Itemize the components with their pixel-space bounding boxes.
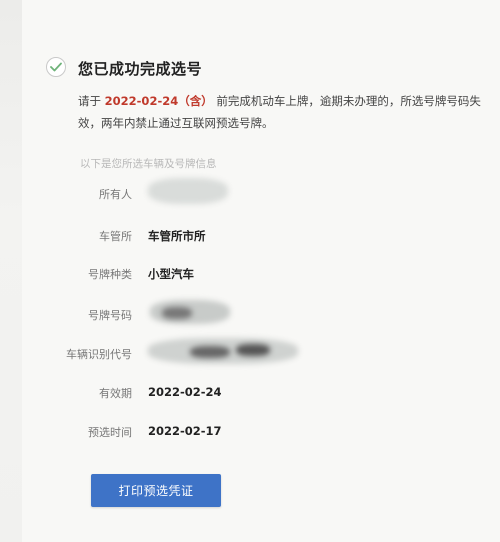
print-voucher-button[interactable]: 打印预选凭证 <box>91 474 221 507</box>
notice-deadline: 2022-02-24（含） <box>104 94 213 108</box>
vehicle-office-value: 车管所市所 <box>148 229 206 243</box>
owner-label: 所有人 <box>99 188 132 201</box>
plate-type-label: 号牌种类 <box>88 268 132 281</box>
check-circle-icon <box>46 57 66 77</box>
validity-value: 2022-02-24 <box>148 385 222 399</box>
validity-label: 有效期 <box>99 387 132 400</box>
notice-prefix: 请于 <box>78 94 101 108</box>
preselect-time-label: 预选时间 <box>88 426 132 439</box>
deadline-notice: 请于 2022-02-24（含） 前完成机动车上牌，逾期未办理的，所选号牌号码失… <box>78 90 490 134</box>
vehicle-office-label: 车管所 <box>99 230 132 243</box>
vin-redaction-dark-1 <box>190 346 230 358</box>
vin-redaction-dark-2 <box>236 344 270 356</box>
preselect-time-value: 2022-02-17 <box>148 424 222 438</box>
plate-number-redaction-dark <box>162 307 192 319</box>
plate-type-value: 小型汽车 <box>148 267 194 281</box>
page-title: 您已成功完成选号 <box>78 60 203 78</box>
owner-redaction <box>148 178 228 204</box>
page-background: 您已成功完成选号 请于 2022-02-24（含） 前完成机动车上牌，逾期未办理… <box>0 0 500 542</box>
vin-label: 车辆识别代号 <box>66 348 132 361</box>
plate-number-label: 号牌号码 <box>88 309 132 322</box>
section-label: 以下是您所选车辆及号牌信息 <box>80 158 217 170</box>
